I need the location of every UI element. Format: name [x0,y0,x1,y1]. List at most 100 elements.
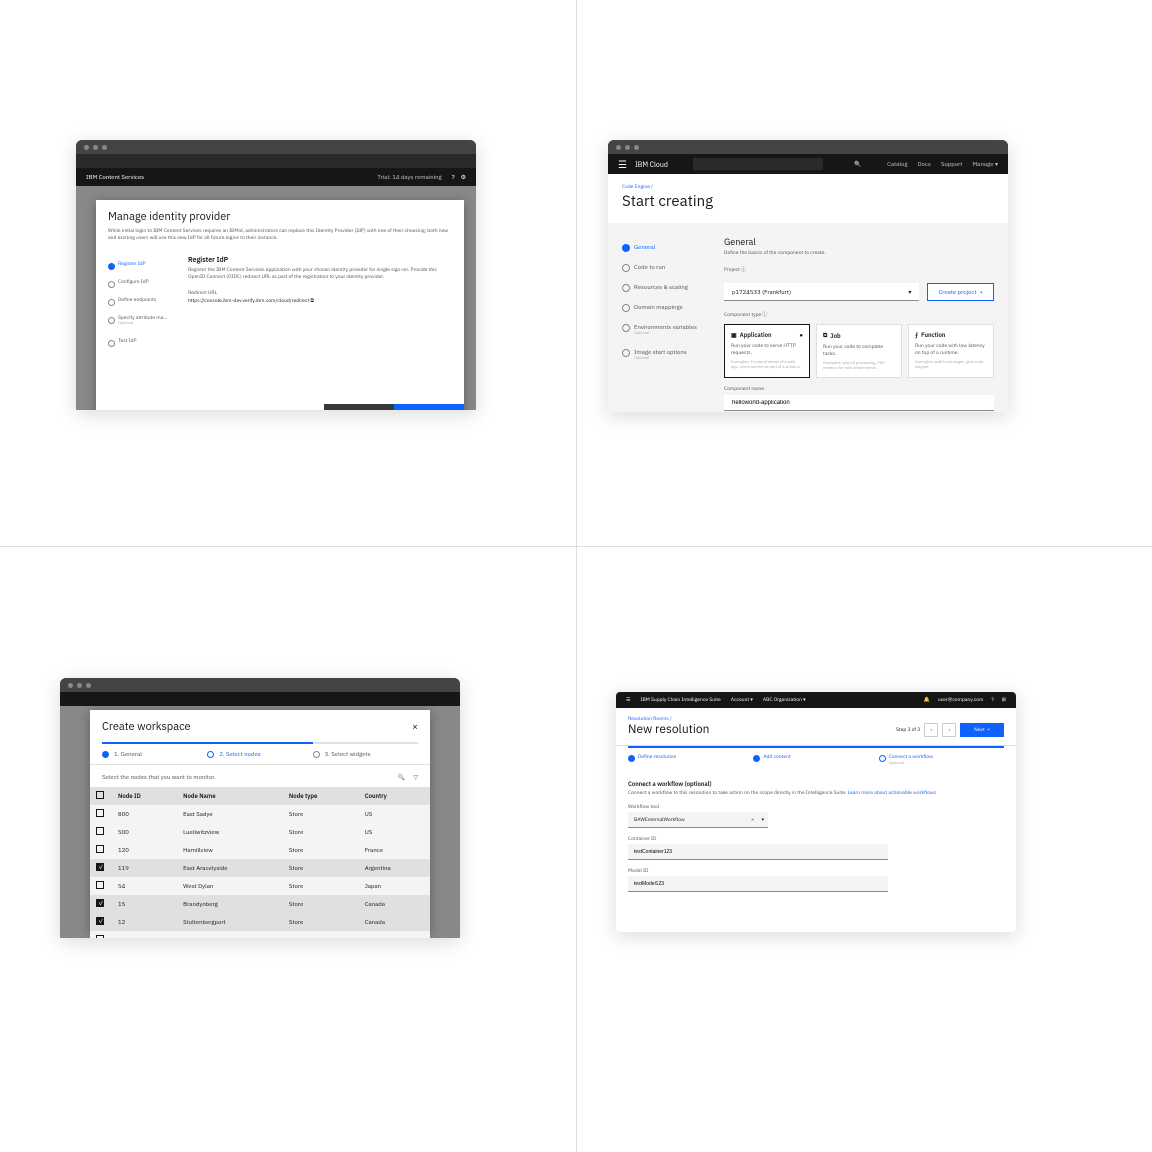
table-row[interactable]: 119East AracelysideStoreArgentina [90,859,430,877]
col-node-type[interactable]: Node type [283,787,359,805]
browser-chrome [60,678,460,692]
table-row[interactable]: 12StoltenbergportStoreCanada [90,913,430,931]
prev-step-button[interactable]: ‹ [924,723,938,737]
table-row[interactable]: 120HamillviewStoreFrance [90,841,430,859]
step-connect-workflow[interactable]: Connect a workflowOptional [879,746,1004,772]
search-icon[interactable]: 🔍 [854,160,861,168]
step-domain-mappings[interactable]: Domain mappings [622,297,704,317]
col-node-name[interactable]: Node Name [177,787,283,805]
component-name-input[interactable] [724,395,994,411]
step-select-nodes[interactable]: 2. Select nodes [207,742,312,764]
close-icon[interactable]: × [412,720,418,734]
apps-icon[interactable]: ⊞ [1002,697,1006,703]
step-code-to-run[interactable]: Code to run [622,257,704,277]
row-checkbox[interactable] [96,917,104,925]
step-specify-attribute[interactable]: Specify attribute ma...Optional [108,309,168,332]
nav-support[interactable]: Support [941,160,963,168]
nav-catalog[interactable]: Catalog [887,160,907,168]
search-input[interactable] [693,158,823,170]
next-button[interactable]: Next → [960,723,1004,737]
row-checkbox[interactable] [96,881,104,889]
clear-icon[interactable]: × [751,817,754,823]
form-desc: Register the IBM Content Services applic… [188,267,452,280]
search-icon[interactable]: 🔍 [398,773,405,781]
org-dropdown[interactable]: ABC Organization ▾ [763,697,806,703]
container-id-input[interactable] [628,844,888,860]
nav-manage[interactable]: Manage ▾ [972,160,998,168]
form-steps: General Code to run Resources & scaling … [622,237,704,411]
select-all-checkbox[interactable] [96,791,104,799]
create-project-button[interactable]: Create project + [927,283,994,301]
job-icon: ⧉ [823,331,827,340]
copy-icon[interactable]: ⧉ [310,298,314,304]
table-row[interactable]: 15BrandynbergStoreCanada [90,895,430,913]
next-button[interactable]: Next [394,404,464,410]
info-icon[interactable]: ⓘ [762,312,767,318]
modal-title: Manage identity provider [108,210,452,224]
cell-name: Lueilwitzview [177,823,283,841]
model-id-input[interactable] [628,876,888,892]
table-row[interactable]: 12RheaburyStoreUS [90,931,430,938]
row-checkbox[interactable] [96,809,104,817]
menu-icon[interactable]: ☰ [618,158,627,171]
breadcrumb[interactable]: Code Engine / [622,184,994,190]
form-heading: Connect a workflow (optional) [628,780,1004,788]
step-env-vars[interactable]: Environments variablesOptional [622,317,704,342]
redirect-url-value: https://console.ibm-dev.verify.ibm.com/c… [188,298,452,304]
cell-country: France [359,841,430,859]
col-node-id[interactable]: Node ID [112,787,177,805]
cell-country: US [359,805,430,823]
project-select[interactable]: p1724533 (Frankfurt)▾ [724,283,919,301]
step-select-widgets[interactable]: 3. Select widgets [313,742,418,764]
back-button[interactable]: Back [324,404,394,410]
modal-desc: While initial login to IBM Content Servi… [108,228,452,241]
cell-name: West Dylan [177,877,283,895]
step-counter: Step 3 of 3 [896,727,920,733]
row-checkbox[interactable] [96,845,104,853]
gear-icon[interactable]: ⚙ [461,173,466,181]
component-type-label: Component type ⓘ [724,311,994,318]
row-checkbox[interactable] [96,827,104,835]
browser-chrome [608,140,1008,154]
step-define-resolution[interactable]: Define resolution [628,746,753,772]
table-row[interactable]: 800East SadyeStoreUS [90,805,430,823]
row-checkbox[interactable] [96,935,104,938]
card-job[interactable]: ⧉Job Run your code to complete tasks. Ex… [816,324,902,378]
next-step-button[interactable]: › [942,723,956,737]
filter-icon[interactable]: ▽ [413,773,418,781]
cell-id: 15 [112,895,177,913]
cancel-button[interactable]: Cancel [96,404,166,410]
new-resolution-window: ☰ IBM Supply Chain Intelligence Suite Ac… [616,692,1016,932]
step-resources[interactable]: Resources & scaling [622,277,704,297]
nav-docs[interactable]: Docs [918,160,931,168]
step-register-idp[interactable]: Register IdP [108,255,168,273]
card-application[interactable]: ▣Application● Run your code to serve HTT… [724,324,810,378]
workflow-tool-select[interactable]: BAWExternalWorkflow×▾ [628,812,768,828]
row-checkbox[interactable] [96,899,104,907]
row-checkbox[interactable] [96,863,104,871]
menu-icon[interactable]: ☰ [626,697,630,703]
modal: Manage identity provider While initial l… [96,200,464,410]
learn-more-link[interactable]: Learn more about actionable workflows [848,790,937,796]
table-row[interactable]: 54West DylanStoreJapan [90,877,430,895]
step-configure-idp[interactable]: Configure IdP [108,273,168,291]
chevron-down-icon: ▾ [761,817,764,823]
table-row[interactable]: 500LueilwitzviewStoreUS [90,823,430,841]
help-icon[interactable]: ? [991,697,993,703]
account-dropdown[interactable]: Account ▾ [731,697,753,703]
cell-name: East Sadye [177,805,283,823]
col-country[interactable]: Country [359,787,430,805]
notifications-icon[interactable]: 🔔 [924,697,930,703]
step-add-content[interactable]: Add content [753,746,878,772]
help-icon[interactable]: ? [452,173,455,181]
ibm-cloud-logo[interactable]: IBM Cloud [635,160,668,169]
step-image-start[interactable]: Image start optionsOptional [622,342,704,367]
user-menu[interactable]: user@company.com [938,697,984,703]
step-general[interactable]: General [622,237,704,257]
step-general[interactable]: 1. General [102,742,207,764]
step-define-endpoints[interactable]: Define endpoints [108,291,168,309]
info-icon[interactable]: ⓘ [741,267,746,273]
section-heading: General [724,237,994,248]
step-test-idp[interactable]: Test IdP [108,332,168,350]
card-function[interactable]: ⨍Function Run your code with low latency… [908,324,994,378]
